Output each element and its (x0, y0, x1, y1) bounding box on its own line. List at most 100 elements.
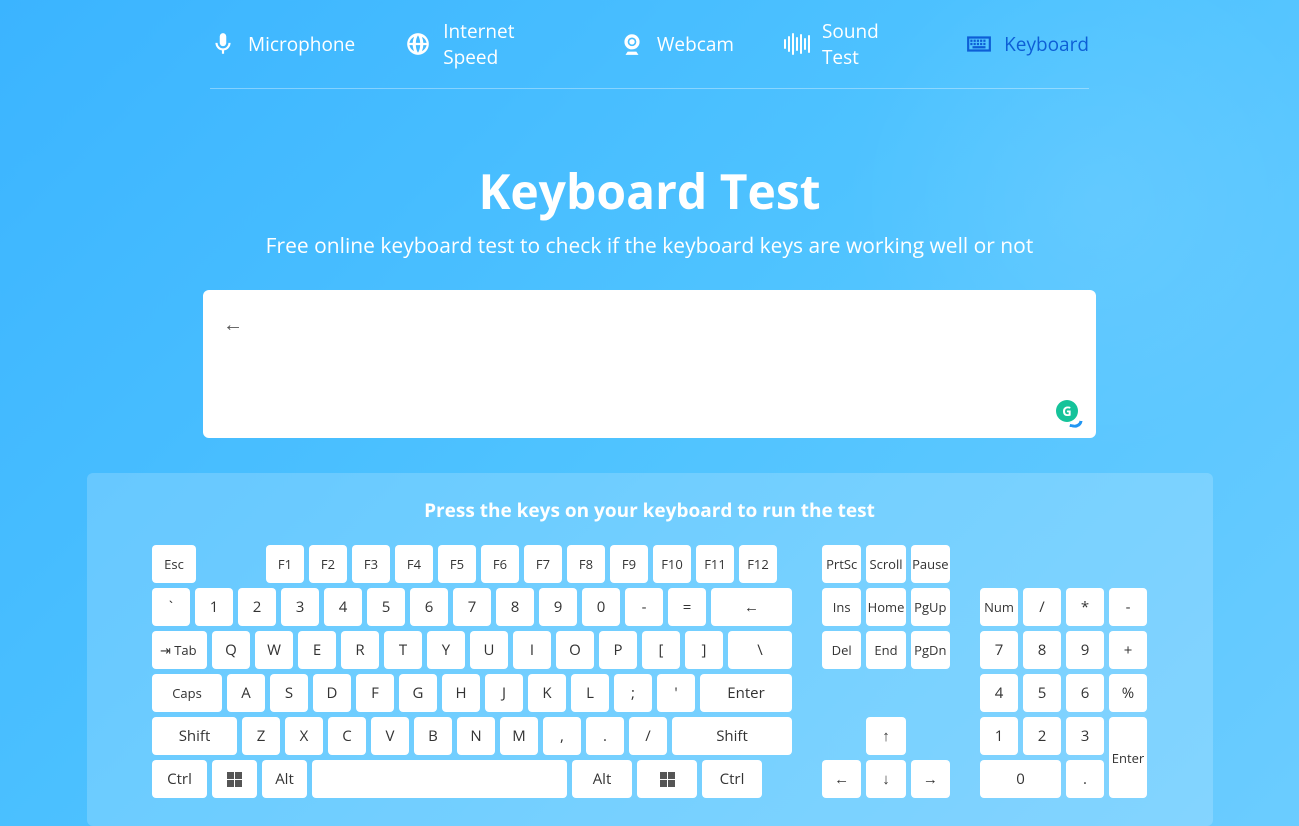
key-num-6[interactable]: 6 (1066, 674, 1104, 712)
key-1[interactable]: 1 (195, 588, 233, 626)
key-8[interactable]: 8 (496, 588, 534, 626)
key-r[interactable]: R (341, 631, 379, 669)
key-alt-left[interactable]: Alt (262, 760, 307, 798)
key-alt-right[interactable]: Alt (572, 760, 632, 798)
key-q[interactable]: Q (212, 631, 250, 669)
key-arrow-up[interactable]: ↑ (866, 717, 906, 755)
key-arrow-left[interactable]: ← (822, 760, 861, 798)
key-i[interactable]: I (513, 631, 551, 669)
key-pgup[interactable]: PgUp (911, 588, 950, 626)
key-tab[interactable]: ⇥ Tab (152, 631, 207, 669)
key-h[interactable]: H (442, 674, 480, 712)
grammarly-icon[interactable]: G (1056, 400, 1080, 424)
key-n[interactable]: N (457, 717, 495, 755)
key-num-7[interactable]: 7 (980, 631, 1018, 669)
key-j[interactable]: J (485, 674, 523, 712)
key-home[interactable]: Home (866, 588, 905, 626)
key-bracket-close[interactable]: ] (685, 631, 723, 669)
key-num-multiply[interactable]: * (1066, 588, 1104, 626)
key-k[interactable]: K (528, 674, 566, 712)
key-f8[interactable]: F8 (567, 545, 605, 583)
key-f9[interactable]: F9 (610, 545, 648, 583)
test-textarea[interactable]: ← G (203, 290, 1096, 438)
key-f10[interactable]: F10 (653, 545, 691, 583)
key-win-left[interactable] (212, 760, 257, 798)
key-t[interactable]: T (384, 631, 422, 669)
key-l[interactable]: L (571, 674, 609, 712)
key-num-3[interactable]: 3 (1066, 717, 1104, 755)
key-7[interactable]: 7 (453, 588, 491, 626)
key-a[interactable]: A (227, 674, 265, 712)
key-4[interactable]: 4 (324, 588, 362, 626)
key-equals[interactable]: = (668, 588, 706, 626)
nav-webcam[interactable]: Webcam (619, 31, 734, 57)
key-g[interactable]: G (399, 674, 437, 712)
key-x[interactable]: X (285, 717, 323, 755)
key-5[interactable]: 5 (367, 588, 405, 626)
key-w[interactable]: W (255, 631, 293, 669)
key-num-9[interactable]: 9 (1066, 631, 1104, 669)
key-shift-left[interactable]: Shift (152, 717, 237, 755)
key-enter[interactable]: Enter (700, 674, 792, 712)
key-num-enter[interactable]: Enter (1109, 717, 1147, 798)
key-z[interactable]: Z (242, 717, 280, 755)
key-num-decimal[interactable]: . (1066, 760, 1104, 798)
key-period[interactable]: . (586, 717, 624, 755)
key-9[interactable]: 9 (539, 588, 577, 626)
key-m[interactable]: M (500, 717, 538, 755)
key-num-0[interactable]: 0 (980, 760, 1061, 798)
key-arrow-right[interactable]: → (911, 760, 950, 798)
key-f3[interactable]: F3 (352, 545, 390, 583)
nav-internet-speed[interactable]: Internet Speed (405, 18, 569, 70)
key-del[interactable]: Del (822, 631, 861, 669)
key-f11[interactable]: F11 (696, 545, 734, 583)
key-num-minus[interactable]: - (1109, 588, 1147, 626)
key-e[interactable]: E (298, 631, 336, 669)
key-num-1[interactable]: 1 (980, 717, 1018, 755)
key-d[interactable]: D (313, 674, 351, 712)
key-2[interactable]: 2 (238, 588, 276, 626)
key-scroll[interactable]: Scroll (866, 545, 905, 583)
key-f1[interactable]: F1 (266, 545, 304, 583)
key-f2[interactable]: F2 (309, 545, 347, 583)
key-pgdn[interactable]: PgDn (911, 631, 950, 669)
key-f[interactable]: F (356, 674, 394, 712)
key-num-8[interactable]: 8 (1023, 631, 1061, 669)
key-backslash[interactable]: \ (728, 631, 792, 669)
key-ins[interactable]: Ins (822, 588, 861, 626)
nav-keyboard[interactable]: Keyboard (966, 31, 1089, 57)
key-f5[interactable]: F5 (438, 545, 476, 583)
key-slash[interactable]: / (629, 717, 667, 755)
nav-sound-test[interactable]: Sound Test (784, 18, 916, 70)
key-v[interactable]: V (371, 717, 409, 755)
key-arrow-down[interactable]: ↓ (866, 760, 905, 798)
key-prtsc[interactable]: PrtSc (822, 545, 861, 583)
key-f6[interactable]: F6 (481, 545, 519, 583)
key-o[interactable]: O (556, 631, 594, 669)
key-bracket-open[interactable]: [ (642, 631, 680, 669)
key-space[interactable] (312, 760, 567, 798)
key-c[interactable]: C (328, 717, 366, 755)
key-shift-right[interactable]: Shift (672, 717, 792, 755)
key-ctrl-right[interactable]: Ctrl (702, 760, 762, 798)
key-f4[interactable]: F4 (395, 545, 433, 583)
key-6[interactable]: 6 (410, 588, 448, 626)
key-num-2[interactable]: 2 (1023, 717, 1061, 755)
key-f12[interactable]: F12 (739, 545, 777, 583)
key-y[interactable]: Y (427, 631, 465, 669)
key-backspace[interactable]: ← (711, 588, 792, 626)
key-backtick[interactable]: ` (152, 588, 190, 626)
key-num-percent[interactable]: % (1109, 674, 1147, 712)
key-end[interactable]: End (866, 631, 905, 669)
key-caps[interactable]: Caps (152, 674, 222, 712)
key-num-plus[interactable]: + (1109, 631, 1147, 669)
key-b[interactable]: B (414, 717, 452, 755)
key-win-right[interactable] (637, 760, 697, 798)
key-minus[interactable]: - (625, 588, 663, 626)
key-esc[interactable]: Esc (152, 545, 196, 583)
key-numlock[interactable]: Num (980, 588, 1018, 626)
key-quote[interactable]: ' (657, 674, 695, 712)
key-comma[interactable]: , (543, 717, 581, 755)
key-pause[interactable]: Pause (911, 545, 950, 583)
key-0[interactable]: 0 (582, 588, 620, 626)
